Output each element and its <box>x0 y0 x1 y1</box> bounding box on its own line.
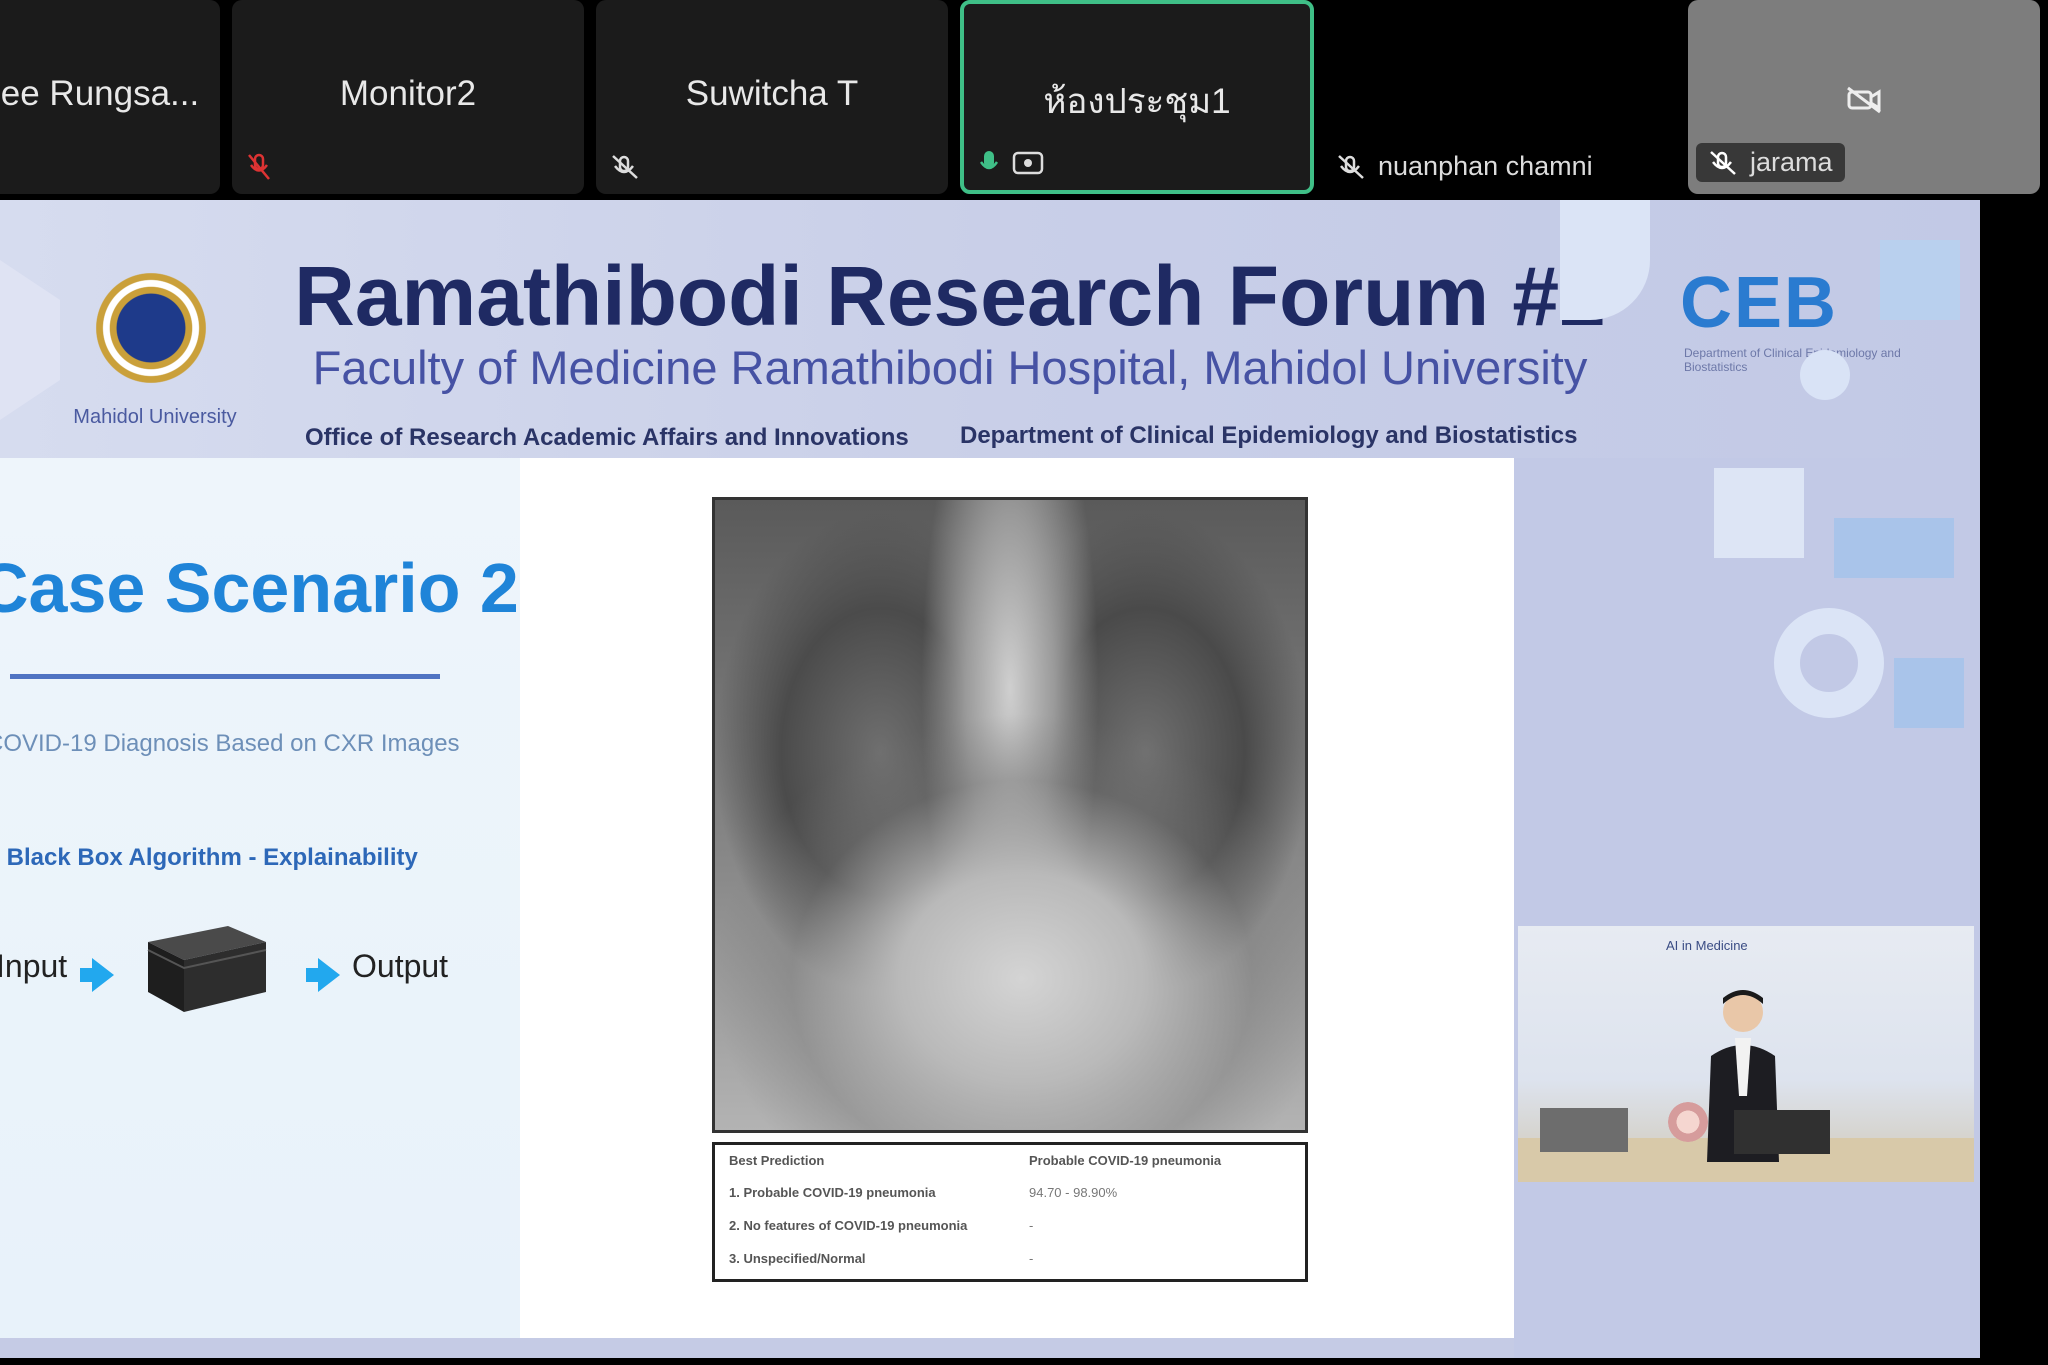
output-label: Output <box>352 948 449 984</box>
ceb-sub: Department of Clinical Epidemiology and … <box>1684 346 1901 374</box>
participant-tile-2[interactable]: Monitor2 <box>232 0 584 194</box>
covid-line: COVID-19 Diagnosis Based on CXR Images <box>0 730 460 757</box>
input-arrow-icon <box>92 958 114 992</box>
presenter-video[interactable]: AI in Medicine <box>1518 926 1974 1182</box>
blackbox-line: - Black Box Algorithm - Explainability <box>0 844 418 871</box>
ceb-logo: CEB <box>1680 263 1839 343</box>
camera-off-icon <box>1847 86 1881 114</box>
prediction-label: 2. No features of COVID-19 pneumonia <box>729 1218 968 1233</box>
participant-name: Monitor2 <box>339 74 477 113</box>
participant-name: Suwitcha T <box>685 74 859 113</box>
case-title: Case Scenario 2 <box>0 549 519 627</box>
participant-label: jarama <box>1750 147 1833 177</box>
prediction-value: 94.70 - 98.90% <box>1029 1185 1118 1200</box>
participant-name: ee Rungsa... <box>0 74 200 113</box>
prediction-header: Best Prediction Probable COVID-19 pneumo… <box>729 1153 1295 1177</box>
deco-shape <box>1774 608 1884 718</box>
pip-title: AI in Medicine <box>1666 938 1748 953</box>
flowers <box>1668 1102 1708 1142</box>
participant-tile-active-speaker[interactable]: ห้องประชุม1 <box>960 0 1314 194</box>
prediction-row: 3. Unspecified/Normal - <box>729 1251 1295 1275</box>
prediction-value: - <box>1029 1251 1034 1266</box>
deco-shape <box>1800 350 1850 400</box>
participant-name: ห้องประชุม1 <box>1043 82 1231 121</box>
prediction-table: Best Prediction Probable COVID-19 pneumo… <box>712 1142 1308 1282</box>
mic-muted-icon <box>1338 154 1364 179</box>
slide-banner: Mahidol University Ramathibodi Research … <box>0 200 1980 458</box>
prediction-row: 1. Probable COVID-19 pneumonia 94.70 - 9… <box>729 1185 1295 1209</box>
participant-tile-3[interactable]: Suwitcha T <box>596 0 948 194</box>
right-decoration <box>1514 458 1980 1358</box>
mic-muted-icon <box>612 155 638 179</box>
screen-share-icon <box>1012 151 1044 175</box>
chest-xray-image <box>712 497 1308 1133</box>
deco-shape <box>1834 518 1954 578</box>
prediction-value: - <box>1029 1218 1034 1233</box>
participant-tile-5[interactable]: nuanphan chamni <box>1322 0 1678 194</box>
header-right: Probable COVID-19 pneumonia <box>1029 1153 1222 1168</box>
slide-left-panel: Case Scenario 2 COVID-19 Diagnosis Based… <box>0 458 520 1338</box>
deco-shape <box>1880 240 1960 320</box>
forum-subtitle: Faculty of Medicine Ramathibodi Hospital… <box>312 341 1588 394</box>
deco-shape <box>1714 468 1804 558</box>
prediction-label: 1. Probable COVID-19 pneumonia <box>729 1185 936 1200</box>
participant-tile-1[interactable]: ee Rungsa... <box>0 0 220 194</box>
participant-label: nuanphan chamni <box>1378 151 1593 181</box>
shared-screen: Mahidol University Ramathibodi Research … <box>0 200 1980 1358</box>
mic-muted-icon <box>248 153 270 180</box>
laptop-right <box>1734 1110 1830 1154</box>
prediction-row: 2. No features of COVID-19 pneumonia - <box>729 1218 1295 1242</box>
black-box-icon <box>147 926 267 1012</box>
deco-shape <box>1894 658 1964 728</box>
laptop-left <box>1540 1108 1628 1152</box>
header-left: Best Prediction <box>729 1153 825 1168</box>
office-label: Office of Research Academic Affairs and … <box>305 424 909 451</box>
mic-active-icon <box>979 151 999 170</box>
participant-tile-6[interactable]: jarama <box>1688 0 2040 194</box>
logo-caption: Mahidol University <box>73 406 237 428</box>
department-label: Department of Clinical Epidemiology and … <box>960 422 1578 449</box>
xray-shading <box>715 500 1305 1130</box>
title-underline <box>10 674 440 679</box>
prediction-label: 3. Unspecified/Normal <box>729 1251 866 1266</box>
input-label: Input <box>0 948 68 984</box>
output-arrow-icon <box>318 958 340 992</box>
mic-muted-icon <box>1710 150 1736 175</box>
